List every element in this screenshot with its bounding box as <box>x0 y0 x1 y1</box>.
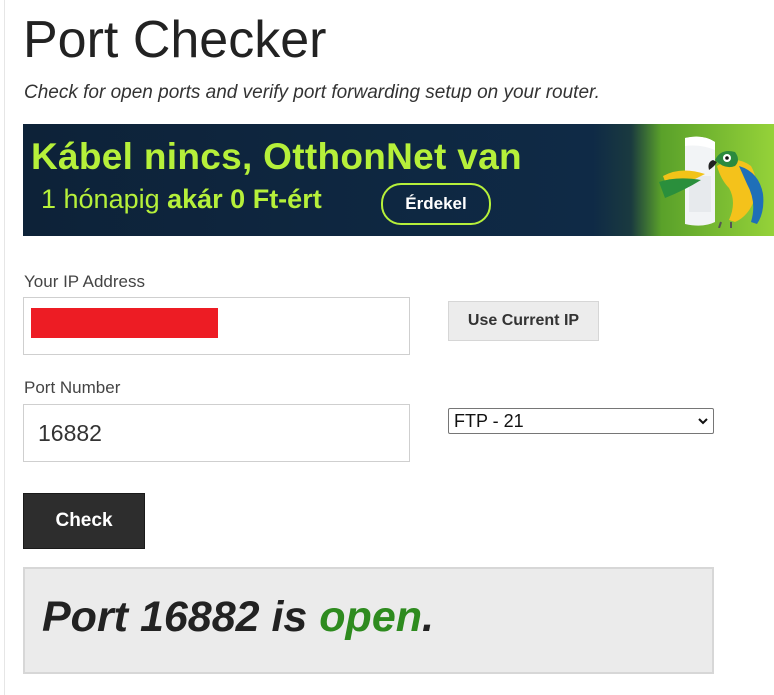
left-border <box>4 0 5 695</box>
router-parrot-image <box>659 136 764 228</box>
service-selected-value: FTP - 21 <box>454 411 524 431</box>
banner-sub-bold: akár 0 Ft-ért <box>167 184 322 214</box>
result-suffix: . <box>422 593 434 641</box>
service-port-select[interactable]: FTP - 21 <box>448 408 714 434</box>
port-number-value: 16882 <box>38 420 102 446</box>
banner-sub-prefix: 1 hónapig <box>41 184 168 214</box>
page-subtitle: Check for open ports and verify port for… <box>24 82 600 103</box>
banner-headline: Kábel nincs, OtthonNet van <box>31 136 522 177</box>
ip-address-label: Your IP Address <box>24 272 145 291</box>
result-prefix: Port 16882 is <box>42 593 320 641</box>
check-button[interactable]: Check <box>23 493 145 549</box>
result-status: open <box>319 593 422 641</box>
port-number-label: Port Number <box>24 378 121 397</box>
result-panel: Port 16882 is open. <box>23 567 714 674</box>
ip-address-input[interactable] <box>23 297 410 355</box>
ad-banner[interactable]: Kábel nincs, OtthonNet van 1 hónapig aká… <box>23 124 774 236</box>
result-message: Port 16882 is open. <box>42 593 434 642</box>
port-number-input[interactable]: 16882 <box>23 404 410 462</box>
banner-cta-button[interactable]: Érdekel <box>381 183 491 225</box>
page-title: Port Checker <box>23 11 327 69</box>
banner-subline: 1 hónapig akár 0 Ft-ért <box>41 184 322 215</box>
use-current-ip-button[interactable]: Use Current IP <box>448 301 599 341</box>
ip-redaction-block <box>31 308 218 338</box>
chevron-down-icon <box>698 418 708 425</box>
